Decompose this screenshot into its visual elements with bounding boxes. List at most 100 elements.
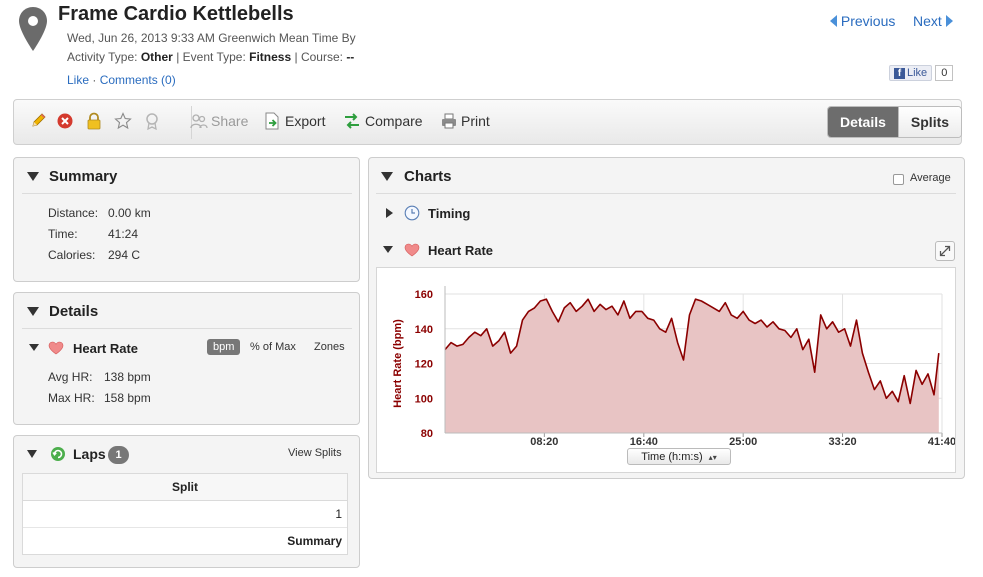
divider — [22, 193, 352, 194]
print-button[interactable]: Print — [461, 113, 490, 129]
x-axis-select-label: Time (h:m:s) — [641, 451, 703, 463]
x-tick-label: 41:40 — [928, 436, 955, 448]
separator-dot: · — [92, 73, 97, 87]
collapse-triangle-icon[interactable] — [383, 246, 393, 253]
y-axis-label: Heart Rate (bpm) — [392, 319, 404, 408]
y-tick-label: 80 — [421, 428, 433, 440]
table-row-summary: Summary — [287, 534, 342, 548]
activity-meta: Activity Type: Other | Event Type: Fitne… — [67, 50, 354, 64]
heart-rate-chart: 80 100 120 140 160 08:20 16:40 25:00 33:20 41:40 H… — [392, 286, 955, 448]
x-tick-label: 16:40 — [630, 436, 658, 448]
clock-icon — [404, 205, 420, 221]
export-icon — [265, 112, 279, 130]
collapse-triangle-icon[interactable] — [27, 172, 39, 181]
facebook-icon: f — [894, 68, 905, 79]
laps-count-badge: 1 — [108, 446, 129, 464]
lock-icon[interactable] — [85, 112, 103, 130]
facebook-like: f Like 0 — [889, 65, 954, 81]
compare-button[interactable]: Compare — [365, 113, 423, 129]
x-tick-label: 25:00 — [729, 436, 757, 448]
collapse-triangle-icon[interactable] — [381, 172, 393, 181]
page-title: Frame Cardio Kettlebells — [58, 3, 294, 25]
social-links: Like · Comments (0) — [67, 73, 176, 87]
laps-refresh-icon — [51, 447, 65, 461]
details-view-button[interactable]: Details — [828, 107, 898, 137]
collapse-triangle-icon[interactable] — [29, 344, 39, 351]
y-tick-label: 100 — [415, 393, 433, 405]
view-toggle: Details Splits — [827, 106, 963, 138]
export-button[interactable]: Export — [285, 113, 325, 129]
avg-hr-label: Avg HR: — [48, 370, 93, 384]
previous-link[interactable]: Previous — [830, 13, 895, 29]
splits-table: Split 1 Summary — [22, 473, 348, 555]
average-label: Average — [910, 172, 951, 184]
y-tick-label: 140 — [415, 324, 433, 336]
calories-label: Calories: — [48, 248, 96, 262]
expand-triangle-icon[interactable] — [386, 208, 393, 218]
avg-hr-value: 138 bpm — [104, 370, 151, 384]
facebook-like-count: 0 — [935, 65, 954, 81]
activity-datetime: Wed, Jun 26, 2013 9:33 AM Greenwich Mean… — [67, 31, 356, 45]
share-button[interactable]: Share — [211, 113, 248, 129]
divider — [22, 328, 352, 329]
y-tick-label: 160 — [415, 289, 433, 301]
laps-title: Laps — [73, 446, 106, 462]
charts-title: Charts — [404, 168, 452, 185]
y-tick-label: 120 — [415, 359, 433, 371]
table-header-split: Split — [23, 474, 347, 501]
chevron-left-icon — [830, 15, 837, 27]
details-title: Details — [49, 303, 99, 320]
edit-pencil-icon[interactable] — [30, 112, 48, 130]
divider — [376, 193, 956, 194]
heart-icon — [404, 243, 420, 257]
activity-type-label: Activity Type: — [67, 50, 138, 64]
select-arrows-icon: ▴▾ — [708, 453, 717, 462]
time-label: Time: — [48, 227, 78, 241]
chevron-right-icon — [945, 15, 953, 27]
like-link[interactable]: Like — [67, 73, 89, 87]
unit-percent-max-tab[interactable]: % of Max — [250, 341, 296, 353]
heart-rate-area — [445, 299, 939, 433]
print-icon — [442, 113, 456, 129]
comments-link[interactable]: Comments (0) — [100, 73, 176, 87]
next-label: Next — [913, 13, 942, 29]
calories-value: 294 C — [108, 248, 141, 262]
expand-chart-icon[interactable] — [935, 241, 955, 261]
max-hr-label: Max HR: — [48, 391, 95, 405]
collapse-triangle-icon[interactable] — [27, 450, 37, 458]
previous-label: Previous — [840, 13, 896, 29]
next-link[interactable]: Next — [913, 13, 953, 29]
facebook-like-button[interactable]: f Like — [889, 65, 933, 81]
heart-rate-chart-title: Heart Rate — [428, 243, 494, 258]
event-type-label: | Event Type: — [176, 50, 246, 64]
compare-icon — [345, 113, 359, 129]
activity-toolbar: Share Export Compare Print — [13, 99, 962, 145]
course-value: -- — [346, 50, 355, 64]
event-type-value: Fitness — [249, 50, 292, 64]
heart-icon — [48, 341, 64, 355]
table-row[interactable]: 1 — [23, 501, 347, 528]
x-tick-label: 33:20 — [828, 436, 856, 448]
delete-icon[interactable] — [56, 112, 74, 130]
timing-section-title[interactable]: Timing — [428, 206, 470, 221]
facebook-like-label: Like — [907, 67, 928, 79]
view-splits-link[interactable]: View Splits — [288, 447, 342, 459]
star-icon[interactable] — [114, 112, 132, 130]
unit-zones-tab[interactable]: Zones — [314, 341, 345, 353]
collapse-triangle-icon[interactable] — [27, 307, 39, 316]
activity-type-value: Other — [140, 50, 173, 64]
distance-label: Distance: — [48, 206, 99, 220]
x-axis-select[interactable]: Time (h:m:s) ▴▾ — [627, 448, 731, 465]
time-value: 41:24 — [108, 227, 139, 241]
summary-title: Summary — [49, 168, 118, 185]
splits-view-button[interactable]: Splits — [897, 107, 962, 137]
award-ribbon-icon[interactable] — [143, 112, 161, 130]
course-label: | Course: — [294, 50, 343, 64]
distance-value: 0.00 km — [108, 206, 151, 220]
share-icon — [190, 114, 208, 129]
location-pin-icon — [19, 7, 47, 51]
x-tick-label: 08:20 — [530, 436, 558, 448]
max-hr-value: 158 bpm — [104, 391, 151, 405]
unit-bpm-tab[interactable]: bpm — [207, 339, 241, 355]
average-checkbox[interactable] — [893, 174, 904, 185]
